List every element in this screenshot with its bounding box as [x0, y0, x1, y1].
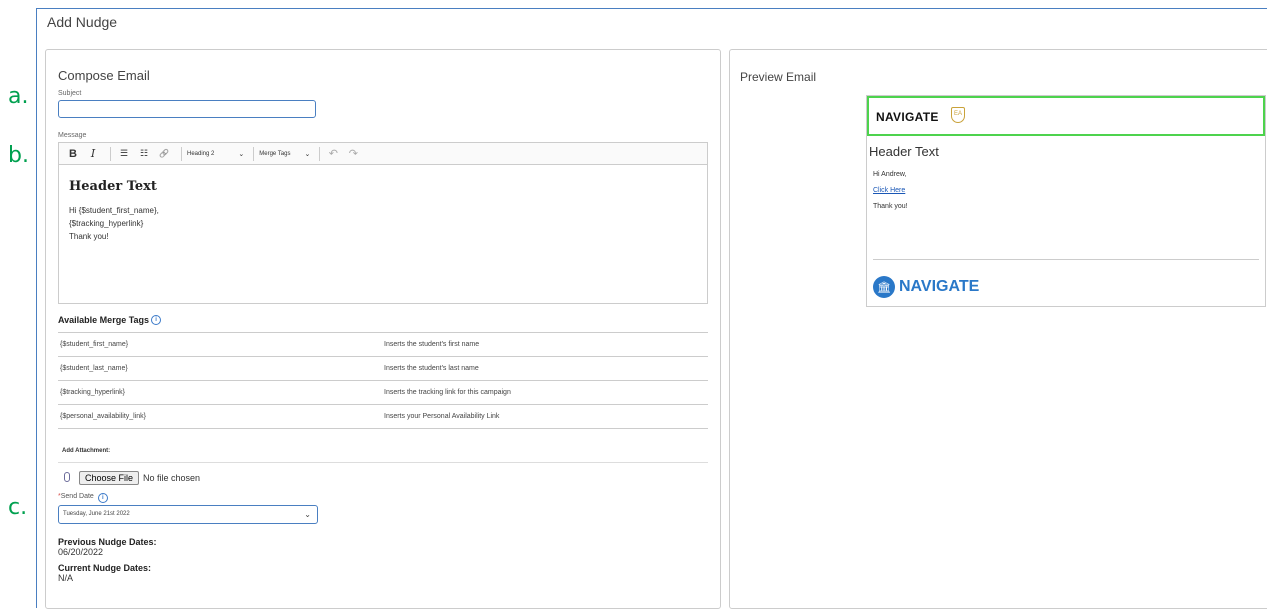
merge-tag-desc-cell: Inserts the student's last name: [382, 356, 708, 381]
merge-tag-cell: {$personal_availability_link}: [58, 404, 382, 429]
email-link[interactable]: Click Here: [873, 187, 905, 194]
email-preview-card: NAVIGATE EA Header Text Hi Andrew, Click…: [866, 95, 1266, 307]
email-heading: Header Text: [869, 144, 939, 159]
annotation-b: b.: [8, 143, 29, 168]
send-date-label-text: Send Date: [60, 493, 94, 500]
attachment-divider: [58, 462, 708, 463]
bulleted-list-icon[interactable]: ☰: [116, 145, 132, 163]
preview-email-panel: Preview Email NAVIGATE EA Header Text Hi…: [729, 49, 1267, 609]
email-divider: [873, 259, 1259, 260]
add-nudge-modal: Add Nudge Compose Email Subject Message …: [36, 8, 1267, 609]
footer-logo-text: NAVIGATE: [899, 278, 980, 295]
paperclip-icon: [64, 472, 70, 482]
subject-input[interactable]: [58, 100, 316, 118]
choose-file-button[interactable]: Choose File: [79, 471, 140, 485]
message-editor[interactable]: B I ☰ ☷ 🔗 Heading 2 ⌄ Merge Tags ⌄ ↶ ↷ H…: [58, 142, 708, 304]
previous-nudge-dates-value: 06/20/2022: [58, 547, 104, 557]
link-icon[interactable]: 🔗: [156, 145, 172, 163]
table-row: {$tracking_hyperlink} Inserts the tracki…: [58, 380, 708, 405]
merge-tags-dropdown-label: Merge Tags: [259, 150, 291, 157]
editor-heading: Header Text: [69, 179, 157, 194]
merge-tags-table: {$student_first_name} Inserts the studen…: [58, 332, 708, 429]
numbered-list-icon[interactable]: ☷: [136, 145, 152, 163]
merge-tags-title: Available Merge Tags i: [58, 315, 162, 325]
current-nudge-dates-value: N/A: [58, 573, 74, 583]
navigate-logo: NAVIGATE: [876, 110, 939, 124]
shield-icon: EA: [951, 107, 965, 123]
chevron-down-icon: ⌄: [304, 150, 311, 158]
send-date-label: *Send Date i: [58, 493, 108, 503]
info-icon[interactable]: i: [97, 493, 108, 503]
editor-line: Thank you!: [69, 232, 109, 241]
table-row: {$student_first_name} Inserts the studen…: [58, 332, 708, 357]
attachment-label: Add Attachment:: [62, 448, 111, 454]
no-file-text: No file chosen: [143, 473, 201, 483]
annotation-a: a.: [8, 84, 29, 109]
modal-title: Add Nudge: [47, 14, 118, 30]
subject-label: Subject: [58, 90, 82, 97]
heading-dropdown-label: Heading 2: [187, 150, 215, 157]
editor-content[interactable]: Header Text Hi {$student_first_name}, {$…: [59, 165, 707, 257]
email-header: NAVIGATE EA: [867, 96, 1265, 136]
table-row: {$personal_availability_link} Inserts yo…: [58, 404, 708, 429]
merge-tag-desc-cell: Inserts the student's first name: [382, 332, 708, 357]
current-nudge-dates-title: Current Nudge Dates:: [58, 563, 152, 573]
merge-tag-desc-cell: Inserts the tracking link for this campa…: [382, 380, 708, 405]
editor-line: {$tracking_hyperlink}: [69, 219, 144, 228]
toolbar-divider: [319, 146, 321, 161]
email-thanks: Thank you!: [873, 203, 908, 210]
merge-tag-cell: {$student_first_name}: [58, 332, 382, 357]
editor-toolbar: B I ☰ ☷ 🔗 Heading 2 ⌄ Merge Tags ⌄ ↶ ↷: [59, 143, 707, 165]
preview-title: Preview Email: [740, 70, 817, 84]
italic-button[interactable]: I: [85, 145, 101, 163]
merge-tag-desc-cell: Inserts your Personal Availability Link: [382, 404, 708, 429]
redo-icon[interactable]: ↷: [345, 145, 361, 163]
compose-title: Compose Email: [58, 68, 150, 83]
footer-navigate-logo: 🏛 NAVIGATE: [873, 276, 979, 298]
institution-icon: 🏛: [873, 276, 895, 298]
chevron-down-icon: ⌄: [304, 510, 311, 519]
toolbar-divider: [110, 146, 111, 161]
email-greeting: Hi Andrew,: [873, 171, 907, 178]
merge-tag-cell: {$tracking_hyperlink}: [58, 380, 382, 405]
send-date-select[interactable]: Tuesday, June 21st 2022 ⌄: [58, 505, 318, 524]
compose-email-panel: Compose Email Subject Message B I ☰ ☷ 🔗 …: [45, 49, 721, 609]
toolbar-divider: [253, 146, 255, 161]
previous-nudge-dates-title: Previous Nudge Dates:: [58, 537, 157, 547]
table-row: {$student_last_name} Inserts the student…: [58, 356, 708, 381]
merge-tags-dropdown[interactable]: Merge Tags ⌄: [259, 150, 310, 158]
undo-icon[interactable]: ↶: [325, 145, 341, 163]
merge-tags-title-text: Available Merge Tags: [58, 315, 150, 325]
message-label: Message: [58, 132, 87, 139]
toolbar-divider: [181, 146, 182, 161]
chevron-down-icon: ⌄: [238, 150, 245, 158]
editor-line: Hi {$student_first_name},: [69, 206, 159, 215]
heading-dropdown[interactable]: Heading 2 ⌄: [187, 150, 244, 158]
merge-tag-cell: {$student_last_name}: [58, 356, 382, 381]
annotation-c: c.: [8, 495, 28, 520]
send-date-value: Tuesday, June 21st 2022: [63, 511, 130, 517]
bold-button[interactable]: B: [65, 145, 81, 163]
info-icon[interactable]: i: [151, 315, 162, 325]
